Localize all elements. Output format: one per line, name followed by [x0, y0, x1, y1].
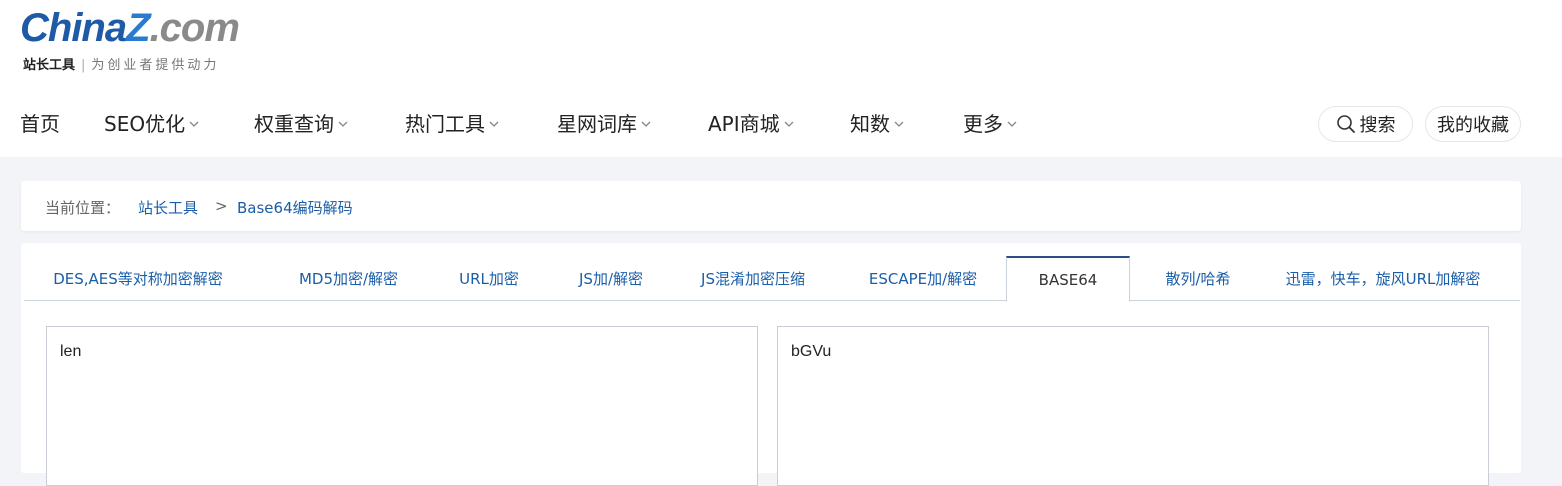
chevron-down-icon: [189, 121, 199, 127]
search-button[interactable]: 搜索: [1318, 106, 1413, 142]
output-textarea[interactable]: bGVu: [777, 326, 1489, 486]
nav-item-more[interactable]: 更多: [963, 108, 1018, 137]
tab-des-aes[interactable]: DES,AES等对称加密解密: [43, 256, 233, 300]
breadcrumb-link-home[interactable]: 站长工具: [138, 197, 198, 218]
nav-item-zhishu[interactable]: 知数: [850, 108, 905, 137]
tool-tabs: DES,AES等对称加密解密 MD5加密/解密 URL加密 JS加/解密 JS混…: [24, 256, 1520, 302]
breadcrumb-separator: >: [215, 197, 228, 215]
breadcrumb: 当前位置： 站长工具 > Base64编码解码: [21, 181, 1521, 231]
nav-item-home[interactable]: 首页: [20, 108, 60, 137]
nav-item-seo[interactable]: SEO优化: [104, 108, 200, 137]
tool-panel: DES,AES等对称加密解密 MD5加密/解密 URL加密 JS加/解密 JS混…: [21, 243, 1521, 486]
chevron-down-icon: [338, 121, 348, 127]
logo-wordmark: ChinaZ.com: [20, 6, 240, 50]
tab-url[interactable]: URL加密: [448, 256, 530, 300]
tab-js-obfuscate[interactable]: JS混淆加密压缩: [688, 256, 818, 300]
tab-js[interactable]: JS加/解密: [566, 256, 656, 300]
nav-item-weight[interactable]: 权重查询: [254, 108, 349, 137]
chevron-down-icon: [489, 121, 499, 127]
site-header: ChinaZ.com 站长工具 | 为创业者提供动力 首页 SEO优化 权重查询 热…: [0, 0, 1562, 157]
tab-base64[interactable]: BASE64: [1006, 256, 1130, 302]
breadcrumb-label: 当前位置：: [45, 199, 121, 217]
chevron-down-icon: [894, 121, 904, 127]
logo-tagline: 站长工具 | 为创业者提供动力: [23, 58, 220, 73]
my-favorites-button[interactable]: 我的收藏: [1425, 106, 1521, 142]
search-icon: [1336, 115, 1355, 133]
chevron-down-icon: [641, 121, 651, 127]
input-textarea[interactable]: len: [46, 326, 758, 486]
nav-item-hot-tools[interactable]: 热门工具: [405, 108, 500, 137]
nav-item-keyword-lib[interactable]: 星网词库: [557, 108, 652, 137]
tab-escape[interactable]: ESCAPE加/解密: [852, 256, 994, 300]
tab-hash[interactable]: 散列/哈希: [1158, 256, 1238, 300]
nav-item-api-mall[interactable]: API商城: [708, 108, 795, 137]
chevron-down-icon: [784, 121, 794, 127]
chinaz-logo[interactable]: ChinaZ.com 站长工具 | 为创业者提供动力: [20, 6, 280, 76]
tab-md5[interactable]: MD5加密/解密: [286, 256, 411, 300]
chevron-down-icon: [1007, 121, 1017, 127]
tab-thunder-url[interactable]: 迅雷，快车，旋风URL加解密: [1276, 256, 1490, 300]
breadcrumb-link-current[interactable]: Base64编码解码: [237, 197, 353, 218]
